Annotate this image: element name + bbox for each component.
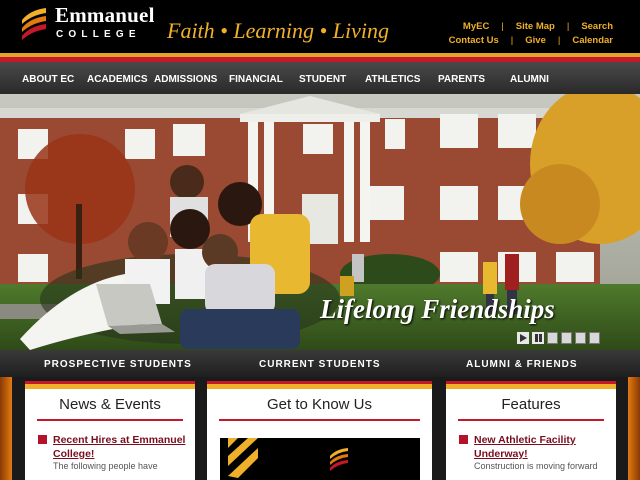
- features-story-blurb: Construction is moving forward: [474, 461, 598, 471]
- util-divider: |: [557, 35, 561, 46]
- audience-current[interactable]: CURRENT STUDENTS: [259, 359, 381, 370]
- bullet-square-icon: [38, 435, 47, 444]
- panel-topbar: [446, 381, 616, 389]
- news-panel: News & Events Recent Hires at Emmanuel C…: [25, 381, 195, 480]
- content-area: News & Events Recent Hires at Emmanuel C…: [0, 377, 640, 480]
- news-story-blurb: The following people have: [53, 461, 158, 471]
- util-link-calendar[interactable]: Calendar: [572, 35, 613, 46]
- news-heading: News & Events: [59, 396, 161, 413]
- hero-caption: Lifelong Friendships: [320, 294, 555, 324]
- utility-links-row1: MyEC | Site Map | Search: [463, 21, 613, 32]
- know-heading: Get to Know Us: [266, 396, 373, 413]
- features-heading: Features: [501, 396, 561, 413]
- slideshow-controls: [517, 332, 600, 344]
- news-story-title[interactable]: Recent Hires at Emmanuel College!: [53, 433, 195, 461]
- nav-alumni[interactable]: ALUMNI: [510, 74, 549, 85]
- news-story: Recent Hires at Emmanuel College! The fo…: [25, 433, 195, 472]
- util-divider: |: [510, 35, 514, 46]
- nav-financial[interactable]: FINANCIAL: [229, 74, 283, 85]
- nav-parents[interactable]: PARENTS: [438, 74, 485, 85]
- pause-icon[interactable]: [532, 332, 544, 344]
- features-story: New Athletic Facility Underway! Construc…: [446, 433, 616, 472]
- util-divider: |: [501, 21, 504, 32]
- main-nav: ABOUT EC ACADEMICS ADMISSIONS FINANCIAL …: [0, 62, 640, 94]
- slide-dot[interactable]: [561, 332, 572, 344]
- util-divider: |: [566, 21, 570, 32]
- logo-name[interactable]: Emmanuel: [55, 3, 155, 28]
- nav-about[interactable]: ABOUT EC: [22, 74, 74, 85]
- util-link-myec[interactable]: MyEC: [463, 21, 489, 32]
- audience-bar: PROSPECTIVE STUDENTS CURRENT STUDENTS AL…: [0, 350, 640, 377]
- features-story-title[interactable]: New Athletic Facility Underway!: [474, 433, 616, 461]
- tagline: Faith • Learning • Living: [167, 18, 389, 43]
- panel-rule: [37, 419, 183, 421]
- college-logo-icon[interactable]: [20, 6, 48, 42]
- nav-admissions[interactable]: ADMISSIONS: [154, 74, 217, 85]
- logo-college[interactable]: COLLEGE: [56, 29, 141, 40]
- util-link-sitemap[interactable]: Site Map: [516, 21, 555, 32]
- know-video-thumbnail[interactable]: [220, 438, 420, 480]
- bullet-square-icon: [459, 435, 468, 444]
- panel-rule: [458, 419, 604, 421]
- side-accent-right: [628, 377, 640, 480]
- utility-links-row2: Contact Us | Give | Calendar: [449, 35, 613, 46]
- hero-banner[interactable]: Lifelong Friendships: [0, 94, 640, 350]
- play-icon[interactable]: [517, 332, 529, 344]
- panel-rule: [219, 419, 420, 421]
- panel-topbar: [25, 381, 195, 389]
- know-panel: Get to Know Us: [207, 381, 432, 480]
- slide-dot[interactable]: [589, 332, 600, 344]
- audience-prospective[interactable]: PROSPECTIVE STUDENTS: [44, 359, 192, 370]
- panel-topbar: [207, 381, 432, 389]
- site-header: Emmanuel COLLEGE Faith • Learning • Livi…: [0, 0, 640, 53]
- util-link-search[interactable]: Search: [581, 21, 613, 32]
- slide-dot[interactable]: [575, 332, 586, 344]
- nav-athletics[interactable]: ATHLETICS: [365, 74, 420, 85]
- features-panel: Features New Athletic Facility Underway!…: [446, 381, 616, 480]
- nav-student[interactable]: STUDENT: [299, 74, 346, 85]
- util-link-contact[interactable]: Contact Us: [449, 35, 499, 46]
- slide-dot[interactable]: [547, 332, 558, 344]
- nav-academics[interactable]: ACADEMICS: [87, 74, 148, 85]
- audience-alumni[interactable]: ALUMNI & FRIENDS: [466, 359, 578, 370]
- util-link-give[interactable]: Give: [525, 35, 546, 46]
- side-accent-left: [0, 377, 12, 480]
